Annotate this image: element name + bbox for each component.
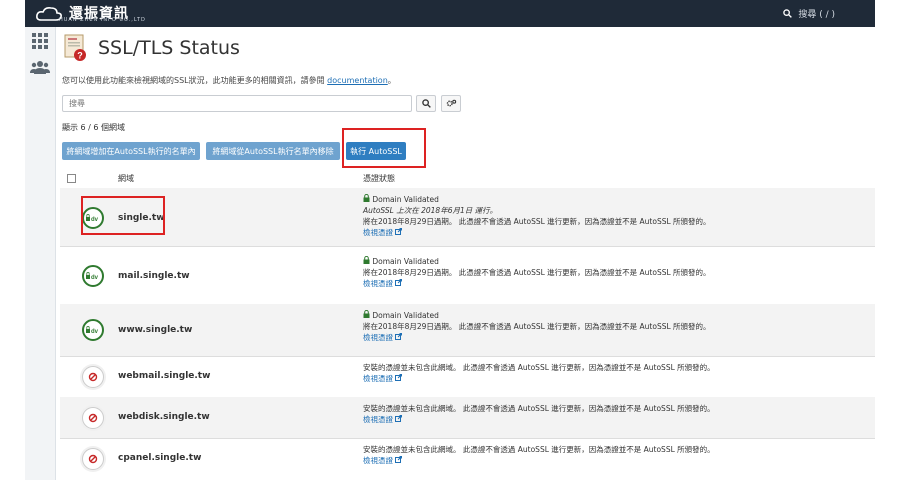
certificate-status: 安裝的憑證並未包含此網域。 此憑證不會透過 AutoSSL 進行更新，因為憑證並… [363,444,715,466]
table-row[interactable]: dv mail.single.tw Domain Validated 將在201… [60,246,875,305]
view-certificate-link[interactable]: 檢視憑證 [363,332,711,343]
view-certificate-link[interactable]: 檢視憑證 [363,414,715,425]
autossl-note-text: AutoSSL 上次在 2018年6月1日 運行。 [363,206,498,215]
certificate-status: Domain Validated 將在2018年8月29日過期。 此憑證不會透過… [363,255,711,289]
view-certificate-label: 檢視憑證 [363,279,393,288]
not-covered-icon [82,366,104,388]
settings-button[interactable] [441,95,461,112]
domain-name: mail.single.tw [118,271,190,281]
exclude-autossl-button[interactable]: 將網域從AutoSSL執行名單內移除 [206,142,340,160]
external-link-icon [395,415,403,422]
table-row[interactable]: dv single.tw Domain Validated AutoSSL 上次… [60,188,875,247]
highlight-box-domain [81,196,165,235]
not-covered-icon [82,448,104,470]
users-icon[interactable] [30,59,50,75]
external-link-icon [395,456,403,463]
table-row[interactable]: dv www.single.tw Domain Validated 將在2018… [60,304,875,357]
page-description: 您可以使用此功能來檢視網域的SSL狀況，此功能更多的相關資訊，請參閱 docum… [62,75,396,86]
validated-text: Domain Validated [372,257,439,266]
page-title: SSL/TLS Status [98,37,240,59]
page-header: ? SSL/TLS Status [64,33,240,63]
view-certificate-link[interactable]: 檢視憑證 [363,455,715,466]
external-link-icon [395,228,403,235]
main-content: ? SSL/TLS Status 您可以使用此功能來檢視網域的SSL狀況，此功能… [60,27,875,480]
lock-icon [363,309,370,318]
table-row[interactable]: webdisk.single.tw 安裝的憑證並未包含此網域。 此憑證不會透過 … [60,397,875,439]
autossl-note: AutoSSL 上次在 2018年6月1日 運行。 [363,205,711,216]
highlight-box-run-autossl [342,128,426,168]
external-link-icon [395,279,403,286]
certificate-status: 安裝的憑證並未包含此網域。 此憑證不會透過 AutoSSL 進行更新，因為憑證並… [363,362,715,384]
domain-name: webmail.single.tw [118,371,211,381]
description-suffix: 。 [387,76,396,85]
view-certificate-link[interactable]: 檢視憑證 [363,227,711,238]
lock-icon [363,255,370,264]
svg-text:dv: dv [91,329,99,335]
validated-line: Domain Validated [363,193,711,205]
expiry-text: 將在2018年8月29日過期。 此憑證不會透過 AutoSSL 進行更新，因為憑… [363,217,711,226]
view-certificate-label: 檢視憑證 [363,228,393,237]
domain-search-input[interactable] [62,95,412,112]
global-search-placeholder: 搜尋 ( / ) [798,10,835,20]
dv-badge-icon: dv [82,319,104,341]
lock-icon [363,193,370,202]
svg-text:?: ? [77,51,83,61]
column-status[interactable]: 憑證狀態 [363,173,395,184]
view-certificate-label: 檢視憑證 [363,374,393,383]
expiry-text: 安裝的憑證並未包含此網域。 此憑證不會透過 AutoSSL 進行更新，因為憑證並… [363,404,715,413]
sidebar [25,27,56,480]
search-icon [783,9,793,18]
results-count: 顯示 6 / 6 個網域 [62,123,126,132]
expiry-text: 安裝的憑證並未包含此網域。 此憑證不會透過 AutoSSL 進行更新，因為憑證並… [363,445,715,454]
view-certificate-link[interactable]: 檢視憑證 [363,373,715,384]
external-link-icon [395,333,403,340]
view-certificate-link[interactable]: 檢視憑證 [363,278,711,289]
ssl-certificate-icon: ? [64,34,86,61]
svg-text:dv: dv [91,275,99,281]
not-covered-icon [82,407,104,429]
table-header: 網域 憑證狀態 [60,168,875,189]
view-certificate-label: 檢視憑證 [363,456,393,465]
table-row[interactable]: cpanel.single.tw 安裝的憑證並未包含此網域。 此憑證不會透過 A… [60,438,875,480]
dv-badge-icon: dv [82,265,104,287]
certificate-status: Domain Validated 將在2018年8月29日過期。 此憑證不會透過… [363,309,711,343]
domain-name: webdisk.single.tw [118,412,210,422]
view-certificate-label: 檢視憑證 [363,333,393,342]
global-search[interactable]: 搜尋 ( / ) [783,7,835,20]
validated-text: Domain Validated [372,195,439,204]
gear-icon [446,99,456,107]
validated-text: Domain Validated [372,311,439,320]
certificate-status: Domain Validated AutoSSL 上次在 2018年6月1日 運… [363,193,711,238]
expiry-text: 安裝的憑證並未包含此網域。 此憑證不會透過 AutoSSL 進行更新，因為憑證並… [363,363,715,372]
external-link-icon [395,374,403,381]
include-autossl-button[interactable]: 將網域增加在AutoSSL執行的名單內 [62,142,200,160]
validated-line: Domain Validated [363,255,711,267]
brand-subtitle: HUAN ZHEN INFO CO.,LTD [59,17,146,23]
certificate-status: 安裝的憑證並未包含此網域。 此憑證不會透過 AutoSSL 進行更新，因為憑證並… [363,403,715,425]
documentation-link[interactable]: documentation [327,76,388,85]
select-all-checkbox[interactable] [67,174,76,183]
description-text: 您可以使用此功能來檢視網域的SSL狀況，此功能更多的相關資訊，請參閱 [62,76,325,85]
view-certificate-label: 檢視憑證 [363,415,393,424]
domain-name: www.single.tw [118,325,193,335]
expiry-text: 將在2018年8月29日過期。 此憑證不會透過 AutoSSL 進行更新，因為憑… [363,322,711,331]
search-button[interactable] [416,95,436,112]
column-domain[interactable]: 網域 [118,173,134,184]
expiry-text: 將在2018年8月29日過期。 此憑證不會透過 AutoSSL 進行更新，因為憑… [363,268,711,277]
apps-grid-icon[interactable] [32,33,48,49]
top-bar: 還振資訊 HUAN ZHEN INFO CO.,LTD 搜尋 ( / ) [25,0,875,27]
table-row[interactable]: webmail.single.tw 安裝的憑證並未包含此網域。 此憑證不會透過 … [60,356,875,398]
search-icon [421,99,431,108]
domain-name: cpanel.single.tw [118,453,202,463]
validated-line: Domain Validated [363,309,711,321]
